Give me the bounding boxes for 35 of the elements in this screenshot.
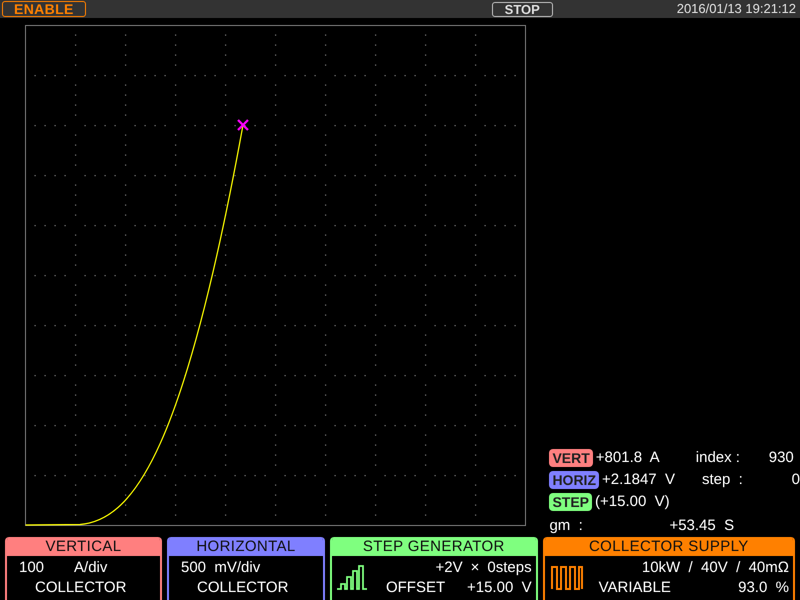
panel-value: OFFSET (386, 578, 446, 598)
pulse-wave-icon (550, 566, 583, 590)
gm-value: +53.45 S (669, 517, 734, 535)
panel-value: +2V (436, 558, 463, 578)
gm-label: gm : (549, 517, 584, 535)
panel-title: STEP GENERATOR (332, 537, 536, 556)
panel-value: +15.00 V (466, 578, 532, 598)
readout-label: index : (696, 449, 741, 467)
panel-value: VARIABLE (598, 578, 671, 598)
enable-badge[interactable]: ENABLE (2, 1, 86, 17)
panel-title: VERTICAL (7, 537, 160, 556)
readout-tag: STEP (549, 493, 592, 511)
readout-value: +2.1847 V (602, 471, 676, 489)
readout-value: +801.8 A (596, 449, 661, 467)
panel-value: 93.0 % (738, 578, 789, 598)
panel-value: 10kW / 40V / 40mΩ (642, 558, 789, 578)
readout-label: step : (702, 471, 744, 489)
panel-title: COLLECTOR SUPPLY (544, 537, 793, 556)
panel-value: 100 (19, 558, 44, 578)
readout-value: 930 (768, 449, 794, 467)
panel-value: 500 mV/div (180, 558, 260, 578)
readout-tag: VERT (549, 449, 593, 467)
panel-value: × (470, 558, 480, 578)
readout-tag: HORIZ (549, 471, 599, 489)
run-state-badge[interactable]: STOP (492, 2, 553, 16)
panel-value: A/div (74, 558, 108, 578)
panel-value: COLLECTOR (35, 578, 126, 598)
datetime: 2016/01/13 19:21:12 (676, 0, 797, 18)
panel-value: COLLECTOR (196, 578, 288, 598)
cursor-marker-icon (236, 118, 250, 132)
panel-value: 0steps (487, 558, 532, 578)
readout-value: 0 (790, 471, 800, 489)
panel-title: HORIZONTAL (168, 537, 323, 556)
step-staircase-icon (336, 565, 370, 591)
readout-value: (+15.00 V) (595, 493, 671, 511)
